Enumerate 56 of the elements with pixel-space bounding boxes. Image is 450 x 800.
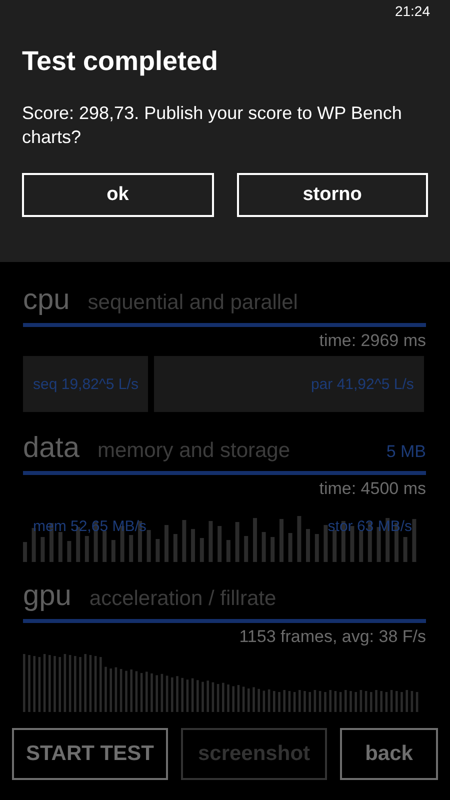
graph-bar [270,537,275,562]
section-title: gpu [23,580,72,613]
result-stat: time: 4500 ms [318,478,426,500]
graph-bar [235,522,240,562]
start-test-button[interactable]: START TEST [12,728,168,780]
graph-bar [191,529,195,562]
graph-bar [403,537,408,562]
graph-bar [146,530,151,562]
result-label: mem 52,65 MB/s [33,518,146,535]
graph-bar [208,521,213,562]
graph-bar [182,520,186,562]
result-stat: 1153 frames, avg: 38 F/s [238,626,426,648]
section-subtitle: acceleration / fillrate [89,587,278,611]
graph-bar [218,526,222,562]
graph-bar [200,538,204,562]
graph-bar [23,542,27,562]
graph-bar [67,541,72,562]
result-stat: time: 2969 ms [318,330,426,352]
dialog-message: Score: 298,73. Publish your score to WP Bench charts? [22,102,403,149]
graph-bar [280,519,284,562]
graph-bar [253,518,257,562]
graph-bar [262,532,266,562]
graph-bar [173,534,178,562]
status-time: 21:24 [394,3,430,19]
graph-bar [40,537,45,562]
graph-bar [102,531,107,562]
graph-bar [129,535,134,562]
graph-bar [84,536,89,562]
graph-bar [297,516,302,562]
graph-bar [314,534,319,562]
ok-button[interactable]: ok [22,173,214,217]
back-button[interactable]: back [340,728,438,780]
graph-bar [164,525,168,562]
section-title: data [23,432,80,465]
graph-bar [226,540,230,562]
result-label: stor 63 MB/s [328,518,412,535]
graph-bar [306,529,310,562]
graph-bar [111,540,116,562]
section-subtitle: sequential and parallel [88,291,299,315]
section-title: cpu [23,284,70,317]
graph-bar [58,532,62,562]
graph-bar [156,539,160,562]
graph-bar [244,536,248,562]
graph-bar [412,519,416,562]
dialog-title: Test completed [22,45,220,78]
graph-bar [376,527,381,562]
result-bar: par 41,92^5 L/s [154,356,424,412]
cancel-button[interactable]: storno [236,173,428,217]
graph-bar [332,530,337,562]
graph-bar [359,531,364,562]
section-subtitle: memory and storage [97,439,292,463]
graph-bar [32,528,36,562]
graph-bar [324,525,328,562]
result-bar: seq 19,82^5 L/s [23,356,148,412]
graph-bar [288,533,292,562]
size-label: 5 MB [386,442,426,462]
